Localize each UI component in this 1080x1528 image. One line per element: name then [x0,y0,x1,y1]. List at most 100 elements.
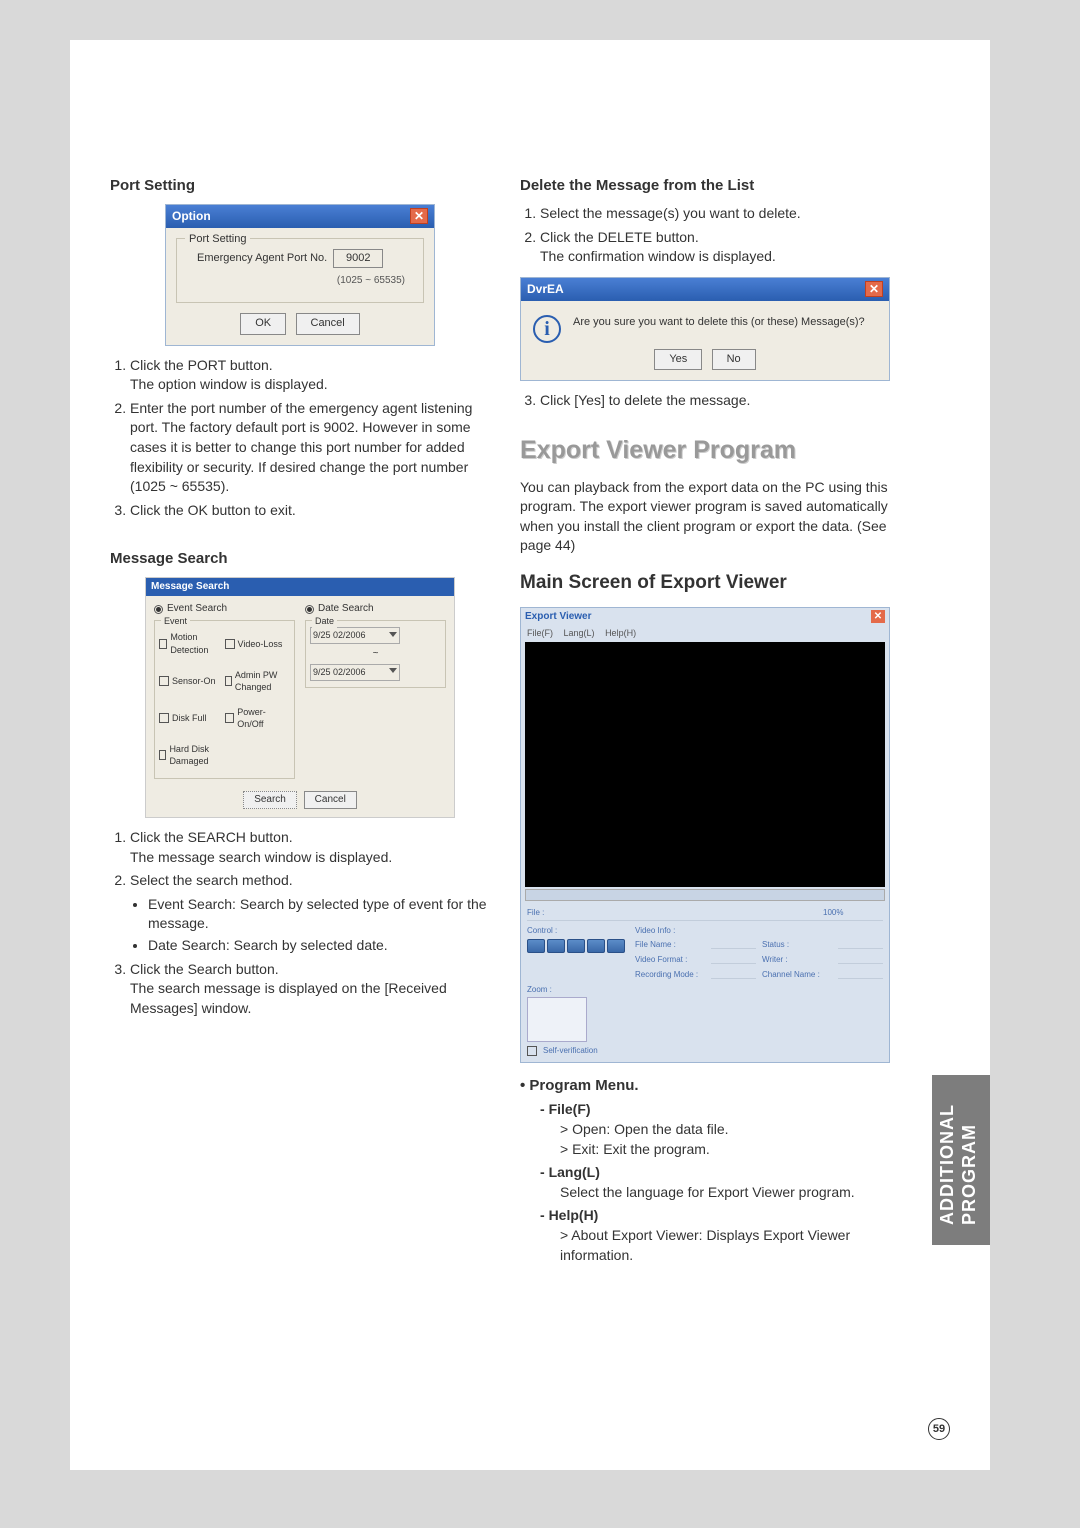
chk-motion[interactable] [159,639,167,649]
date-search-radio[interactable] [305,605,314,614]
playback-button[interactable] [607,939,625,953]
playback-button[interactable] [547,939,565,953]
delete-step3: Click [Yes] to delete the message. [540,391,900,411]
side-tab: ADDITIONAL PROGRAM [932,1075,990,1245]
port-label: Emergency Agent Port No. [197,251,327,266]
export-viewer-window: Export Viewer ✕ File(F) Lang(L) Help(H) … [520,607,890,1064]
lbl-admin-pwd: Admin PW Changed [235,669,290,694]
port-input[interactable]: 9002 [333,249,383,268]
program-menu-title: Program Menu. [529,1077,638,1094]
menu-lang[interactable]: Lang(L) [564,628,595,638]
ok-button[interactable]: OK [240,313,286,334]
side-tab-line2: PROGRAM [959,1124,980,1225]
info-icon: i [533,315,561,343]
chk-admin-pwd[interactable] [225,676,232,686]
option-dialog-title: Option [172,208,211,225]
message-search-title: Message Search [110,548,490,569]
no-button[interactable]: No [712,349,756,370]
port-step3: Click the OK button to exit. [130,501,490,521]
lbl-control: Control : [527,925,627,936]
date-from-input[interactable]: 9/25 02/2006 [310,627,400,644]
playback-button[interactable] [567,939,585,953]
menu-file-exit: Exit: Exit the program. [572,1141,710,1157]
ev-title-text: Export Viewer [525,610,592,624]
main-screen-title: Main Screen of Export Viewer [520,570,900,597]
chevron-down-icon[interactable] [389,668,397,676]
close-icon[interactable]: ✕ [871,610,885,623]
delete-step3-list: Click [Yes] to delete the message. [540,391,900,411]
port-setting-title: Port Setting [110,175,490,196]
msg-step2b: Date Search: Search by selected date. [148,936,490,956]
export-desc: You can playback from the export data on… [520,478,900,556]
search-button[interactable]: Search [243,791,297,809]
chk-hdd-damaged[interactable] [159,750,166,760]
menu-file-label: File(F) [549,1101,591,1117]
date-tilde: ~ [310,647,441,661]
event-search-label: Event Search [167,602,227,616]
lbl-sensor-on: Sensor-On [172,675,216,688]
chk-sensor-on[interactable] [159,676,169,686]
delete-step1: Select the message(s) you want to delete… [540,204,900,224]
port-step1a: Click the PORT button. [130,357,273,373]
playback-button[interactable] [587,939,605,953]
delete-step2a: Click the DELETE button. [540,229,699,245]
menu-lang-label: Lang(L) [549,1164,600,1180]
msg-steps-list: Click the SEARCH button. The message sea… [130,828,490,1018]
lbl-disk-full: Disk Full [172,712,207,725]
confirm-dialog: DvrEA ✕ i Are you sure you want to delet… [520,277,890,381]
msg-step1a: Click the SEARCH button. [130,829,293,845]
message-search-dialog: Message Search Event Search Event Motion… [145,577,455,818]
menu-help[interactable]: Help(H) [605,628,636,638]
date-to-input[interactable]: 9/25 02/2006 [310,664,400,681]
chevron-down-icon[interactable] [389,632,397,640]
playback-button[interactable] [527,939,545,953]
cancel-button[interactable]: Cancel [304,791,357,809]
page-number: 59 [928,1418,950,1440]
lbl-writer: Writer : [762,954,832,965]
option-dialog: Option ✕ Port Setting Emergency Agent Po… [165,204,435,346]
zoom-preview [527,997,587,1042]
val-blank [838,969,883,979]
msg-step2a: Event Search: Search by selected type of… [148,895,490,934]
port-range-label: (1025 ~ 65535) [187,274,405,288]
ev-menubar[interactable]: File(F) Lang(L) Help(H) [521,626,889,641]
lbl-file-name: File Name : [635,939,705,950]
lbl-video-format: Video Format : [635,954,705,965]
close-icon[interactable]: ✕ [865,281,883,297]
export-viewer-program-title: Export Viewer Program [520,433,900,468]
lbl-self-verify: Self-verification [543,1045,598,1056]
port-steps-list: Click the PORT button. The option window… [130,356,490,521]
msg-step3b: The search message is displayed on the [… [130,980,447,1016]
lbl-motion: Motion Detection [170,631,224,656]
lbl-file: File : [527,907,587,918]
lbl-channel: Channel Name : [762,969,832,980]
msg-dialog-title: Message Search [146,578,454,596]
menu-help-about: About Export Viewer: Displays Export Vie… [560,1227,850,1263]
video-scrollbar[interactable] [525,889,885,901]
video-area [525,642,885,887]
event-search-radio[interactable] [154,605,163,614]
msg-step3a: Click the Search button. [130,961,279,977]
cancel-button[interactable]: Cancel [296,313,360,334]
val-blank [711,969,756,979]
lbl-hdd-damaged: Hard Disk Damaged [169,743,224,768]
port-step2: Enter the port number of the emergency a… [130,399,490,497]
menu-file[interactable]: File(F) [527,628,553,638]
yes-button[interactable]: Yes [654,349,702,370]
val-blank [711,954,756,964]
self-verify-checkbox[interactable] [527,1046,537,1056]
msg-step1b: The message search window is displayed. [130,849,392,865]
lbl-zoom: Zoom : [527,984,598,995]
msg-step2: Select the search method. [130,872,293,888]
port-setting-fieldset-label: Port Setting [185,232,250,247]
date-fieldset-label: Date [312,615,337,628]
close-icon[interactable]: ✕ [410,208,428,224]
chk-power-onoff[interactable] [225,713,235,723]
chk-video-loss[interactable] [225,639,235,649]
val-blank [838,954,883,964]
confirm-dialog-title: DvrEA [527,281,564,298]
lbl-video-info: Video Info : [635,925,883,936]
chk-disk-full[interactable] [159,713,169,723]
delete-steps-list: Select the message(s) you want to delete… [540,204,900,267]
val-blank [711,939,756,949]
